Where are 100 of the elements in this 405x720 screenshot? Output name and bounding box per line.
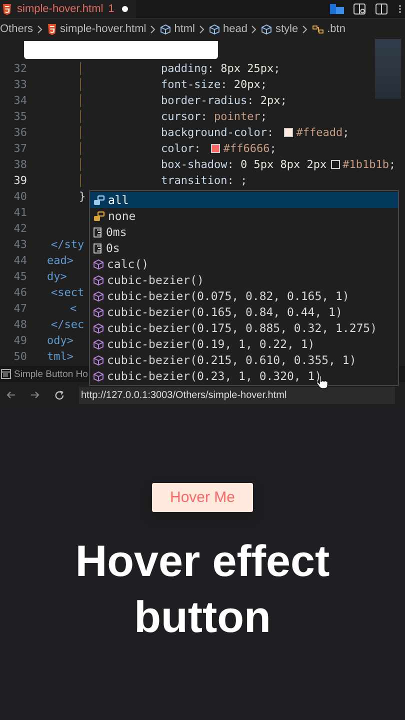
line-number: 39 — [12, 174, 27, 186]
breadcrumb-item[interactable]: html — [160, 23, 195, 35]
cube-icon — [93, 290, 104, 302]
suggestion-item[interactable]: cubic-bezier(0.23, 1, 0.320, 1) — [90, 368, 398, 384]
cube-icon — [261, 24, 272, 34]
more-icon[interactable] — [397, 3, 403, 15]
line-number: 35 — [12, 110, 27, 122]
suggestion-item[interactable]: none — [90, 208, 398, 224]
css-property: cursor — [161, 110, 201, 122]
code-punctuation: : ; — [227, 174, 248, 186]
breadcrumb-item[interactable]: simple-hover.html — [47, 23, 146, 35]
back-arrow-icon[interactable] — [6, 390, 16, 400]
css-value: #1b1b1b — [342, 158, 389, 170]
css-property: padding — [161, 62, 208, 74]
code-punctuation: : — [220, 78, 228, 90]
line-number: 48 — [12, 318, 27, 330]
chevron-right-icon — [251, 24, 258, 34]
breadcrumb-item[interactable]: style — [261, 23, 298, 35]
css-value: #ffeadd — [296, 126, 343, 138]
code-punctuation: ; — [260, 110, 267, 122]
code-punctuation: } — [79, 190, 86, 202]
line-number: 38 — [12, 158, 27, 170]
preview-icon[interactable] — [330, 3, 344, 15]
code-punctuation: : — [200, 110, 208, 122]
unit-icon — [93, 226, 103, 238]
url-field[interactable]: http://127.0.0.1:3003/Others/simple-hover.html — [79, 386, 395, 404]
suggestion-item[interactable]: cubic-bezier(0.175, 0.885, 0.32, 1.275) — [90, 320, 398, 336]
line-number: 50 — [12, 350, 27, 362]
suggestion-item[interactable]: calc() — [90, 256, 398, 272]
chevron-right-icon — [37, 24, 44, 34]
chevron-right-icon — [302, 24, 308, 34]
cube-icon — [93, 306, 104, 318]
html-tag: ead> — [47, 254, 74, 266]
css-value: pointer — [214, 110, 260, 122]
preview-tab[interactable]: Simple Button Ho — [0, 366, 88, 382]
css-property: background-color — [161, 126, 267, 138]
html-tag: dy> — [47, 270, 67, 282]
cube-icon — [93, 274, 104, 286]
line-number: 40 — [12, 190, 27, 202]
suggestion-item[interactable]: cubic-bezier() — [90, 272, 398, 288]
suggestion-item[interactable]: cubic-bezier(0.165, 0.84, 0.44, 1) — [90, 304, 398, 320]
cube-icon — [209, 24, 220, 34]
html-tag: ody> — [47, 334, 74, 346]
line-number: 32 — [12, 62, 27, 74]
breadcrumb-item[interactable]: head — [209, 23, 248, 35]
browser-icon — [1, 369, 11, 379]
css-value: #ff6666 — [223, 142, 270, 154]
code-punctuation: ; — [388, 158, 396, 170]
split-editor-icon[interactable] — [375, 3, 388, 15]
symbol-icon — [312, 24, 324, 34]
suggestion-item[interactable]: cubic-bezier(0.215, 0.610, 0.355, 1) — [90, 352, 398, 368]
html-tag: < — [70, 302, 77, 314]
code-punctuation: : — [207, 62, 215, 74]
line-number: 49 — [12, 334, 27, 346]
code-punctuation: : — [194, 142, 202, 154]
suggestion-item[interactable]: all — [90, 192, 398, 208]
line-number: 41 — [12, 206, 27, 218]
editor-tab[interactable]: simple-hover.html 1 — [0, 0, 136, 18]
reload-icon[interactable] — [54, 390, 65, 400]
suggestion-item[interactable]: cubic-bezier(0.19, 1, 0.22, 1) — [90, 336, 398, 352]
code-punctuation: ; — [280, 94, 287, 106]
line-number: 43 — [12, 238, 27, 250]
css-property: box-shadow — [161, 158, 228, 170]
line-number: 47 — [12, 302, 27, 314]
enum-icon — [93, 210, 105, 222]
css-number: 0 5px 8px 2px — [240, 158, 327, 170]
cube-icon — [93, 322, 104, 334]
html5-icon — [47, 24, 58, 34]
code-punctuation: : — [247, 94, 255, 106]
suggestion-item[interactable]: 0ms — [90, 224, 398, 240]
chevron-right-icon — [150, 24, 156, 34]
cube-icon — [160, 24, 172, 34]
html-tag: <sect — [51, 286, 84, 298]
cube-icon — [93, 354, 104, 366]
line-number: 42 — [12, 222, 27, 234]
split-preview-icon[interactable] — [353, 3, 366, 15]
cube-icon — [93, 258, 104, 270]
line-number: 46 — [12, 286, 27, 298]
minimap-drawing — [375, 39, 401, 99]
forward-arrow-icon[interactable] — [30, 390, 40, 400]
code-punctuation: : — [227, 158, 235, 170]
breadcrumb-item[interactable]: Others — [0, 23, 34, 35]
suggestion-item[interactable]: 0s — [90, 240, 398, 256]
css-property: transition — [161, 174, 228, 186]
html-tag: </sty — [51, 238, 84, 250]
breadcrumb-item[interactable]: .btn — [312, 23, 346, 35]
html-tag: </sec — [51, 318, 84, 330]
enum-icon — [93, 194, 105, 206]
caption-text: Hover effect button — [74, 536, 331, 644]
line-number: 44 — [12, 254, 27, 266]
code-punctuation: ; — [270, 142, 276, 154]
css-number: 2px — [260, 94, 280, 106]
html-tag: tml> — [47, 350, 74, 362]
css-property: color — [161, 142, 194, 154]
line-number: 33 — [12, 78, 27, 90]
suggestion-item[interactable]: cubic-bezier(0.075, 0.82, 0.165, 1) — [90, 288, 398, 304]
chevron-right-icon — [199, 24, 205, 34]
html5-icon — [2, 4, 12, 14]
line-number: 36 — [12, 126, 27, 138]
css-property: border-radius — [161, 94, 248, 106]
